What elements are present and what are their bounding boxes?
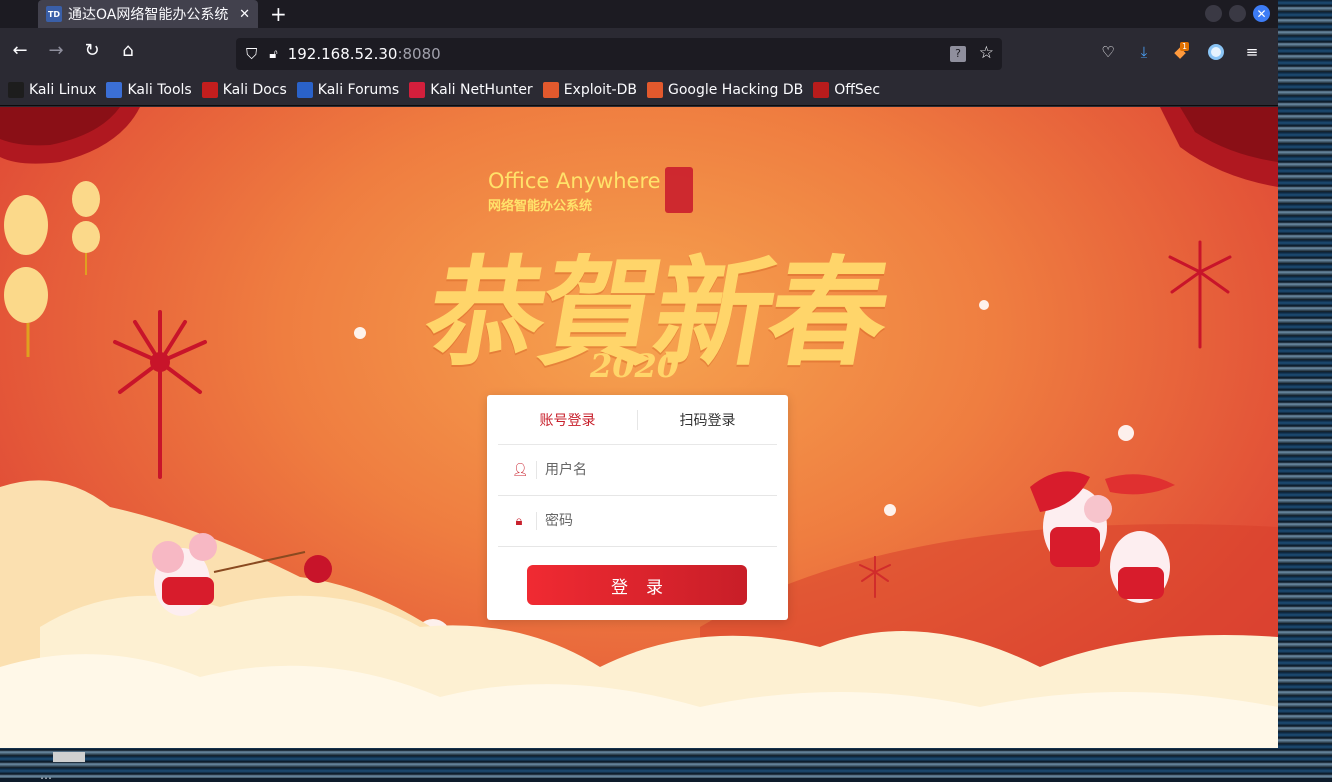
insecure-lock-icon[interactable]: 🔓︎ <box>269 47 277 62</box>
password-input[interactable] <box>545 513 777 529</box>
brand-title-en: Office Anywhere <box>488 169 661 193</box>
bookmark-label: Kali Docs <box>222 81 287 98</box>
pocket-icon[interactable]: ♡ <box>1098 42 1118 62</box>
bookmarks-toolbar: Kali Linux Kali Tools Kali Docs Kali Forums… <box>0 74 1278 106</box>
taskbar-label: … <box>40 768 52 782</box>
bookmark-google-hacking-db[interactable]: Google Hacking DB <box>646 81 804 98</box>
login-tabs: 账号登录 扫码登录 <box>498 395 777 445</box>
bookmark-label: Google Hacking DB <box>667 81 804 98</box>
new-tab-button[interactable]: + <box>270 2 287 26</box>
window-minimize-button[interactable] <box>1205 5 1222 22</box>
forward-button[interactable]: → <box>42 36 70 64</box>
kali-forums-icon <box>296 81 313 98</box>
window-maximize-button[interactable] <box>1229 5 1246 22</box>
bookmark-kali-nethunter[interactable]: Kali NetHunter <box>409 81 533 98</box>
greeting-year: 2020 <box>590 347 680 385</box>
bookmark-label: Kali Tools <box>127 81 192 98</box>
kali-nethunter-icon <box>409 81 426 98</box>
oa-login-page: Office Anywhere 网络智能办公系统 恭賀新春 2020 账号登录 … <box>0 107 1278 748</box>
field-divider <box>536 512 537 530</box>
bookmark-label: OffSec <box>834 81 881 98</box>
close-icon[interactable]: ✕ <box>239 7 250 22</box>
shield-icon[interactable]: ⛉ <box>246 45 257 63</box>
brand-title-cn: 网络智能办公系统 <box>488 199 593 214</box>
window-close-button[interactable]: ✕ <box>1253 5 1270 22</box>
bookmark-exploit-db[interactable]: Exploit-DB <box>542 81 637 98</box>
home-button[interactable]: ⌂ <box>114 36 142 64</box>
password-row: 🔒︎ <box>498 496 777 547</box>
username-row: 👤︎ <box>498 445 777 496</box>
bookmark-kali-docs[interactable]: Kali Docs <box>201 81 287 98</box>
hamburger-menu-icon[interactable]: ≡ <box>1242 42 1262 62</box>
bookmark-kali-linux[interactable]: Kali Linux <box>8 81 97 98</box>
field-divider <box>536 461 537 479</box>
bookmark-star-icon[interactable]: ☆ <box>979 43 994 63</box>
brand-block: Office Anywhere 网络智能办公系统 <box>488 169 661 214</box>
tab-strip: TD 通达OA网络智能办公系统 ✕ + ✕ <box>0 0 1278 28</box>
lock-icon: 🔒︎ <box>515 513 523 529</box>
url-bar[interactable]: ⛉ 🔓︎ 192.168.52.30:8080 ? ☆ <box>236 38 1002 70</box>
bookmark-kali-tools[interactable]: Kali Tools <box>106 81 192 98</box>
tab-account-login[interactable]: 账号登录 <box>498 409 638 430</box>
back-button[interactable]: ← <box>6 36 34 64</box>
ghdb-icon <box>646 81 663 98</box>
download-icon[interactable]: ⤓ <box>1134 42 1154 62</box>
kali-docs-icon <box>201 81 218 98</box>
offsec-icon <box>813 81 830 98</box>
browser-window: TD 通达OA网络智能办公系统 ✕ + ✕ ← → ↻ ⌂ ⛉ 🔓︎ 192.1… <box>0 0 1278 748</box>
url-host: 192.168.52.30 <box>287 45 398 63</box>
red-seal-stamp <box>665 167 693 213</box>
bookmark-kali-forums[interactable]: Kali Forums <box>296 81 400 98</box>
exploit-db-icon <box>542 81 559 98</box>
bookmark-label: Kali Forums <box>317 81 400 98</box>
tab-qr-login[interactable]: 扫码登录 <box>638 410 777 430</box>
tab-title: 通达OA网络智能办公系统 <box>68 7 229 23</box>
kali-dragon-icon <box>8 81 24 98</box>
username-input[interactable] <box>545 462 777 478</box>
tongda-favicon-icon: TD <box>46 6 62 22</box>
kali-tools-icon <box>106 81 123 98</box>
bookmark-label: Kali NetHunter <box>430 81 533 98</box>
browser-tab[interactable]: TD 通达OA网络智能办公系统 ✕ <box>38 0 258 28</box>
extension-circle-icon[interactable] <box>1206 42 1226 62</box>
user-icon: 👤︎ <box>512 462 529 478</box>
reload-button[interactable]: ↻ <box>78 36 106 64</box>
navigation-toolbar: ← → ↻ ⌂ ⛉ 🔓︎ 192.168.52.30:8080 ? ☆ ♡ ⤓ … <box>0 28 1278 74</box>
bookmark-label: Exploit-DB <box>563 81 637 98</box>
bookmark-label: Kali Linux <box>29 81 97 98</box>
login-card: 账号登录 扫码登录 👤︎ 🔒︎ 登录 <box>487 395 788 620</box>
bookmark-offsec[interactable]: OffSec <box>813 81 881 98</box>
taskbar-thumbnail[interactable] <box>53 752 85 762</box>
translate-icon[interactable]: ? <box>950 46 966 62</box>
url-port: :8080 <box>397 45 441 63</box>
extension-badge: 1 <box>1180 42 1190 51</box>
login-button[interactable]: 登录 <box>527 565 747 605</box>
